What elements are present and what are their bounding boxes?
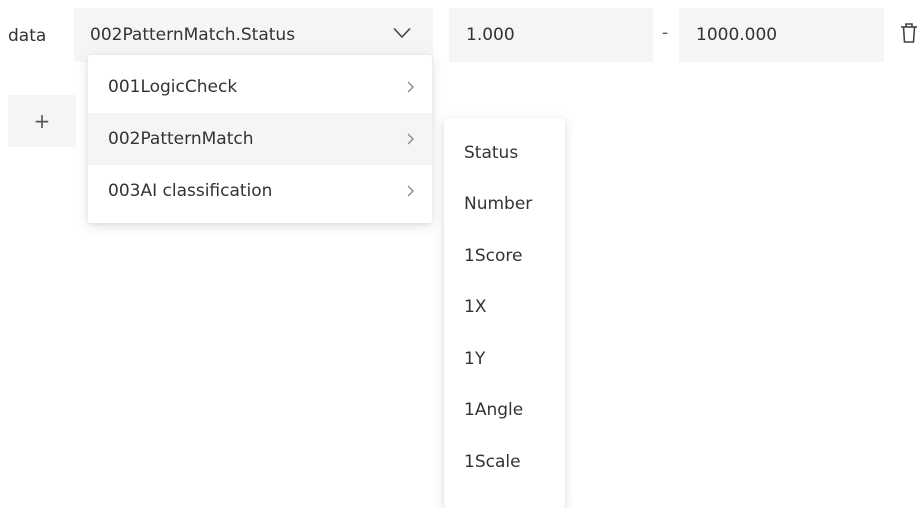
field-select-value: 002PatternMatch.Status xyxy=(90,25,296,45)
menu-item-003ai-classification[interactable]: 003AI classification xyxy=(88,165,432,217)
add-row-button[interactable]: + xyxy=(8,95,76,147)
cascader-menu-level2: Status Number 1Score 1X 1Y 1Angle 1Scale xyxy=(444,118,565,508)
field-select[interactable]: 002PatternMatch.Status xyxy=(74,8,433,62)
submenu-item-1y[interactable]: 1Y xyxy=(444,333,565,385)
submenu-item-1scale[interactable]: 1Scale xyxy=(444,436,565,488)
range-min-input[interactable]: 1.000 xyxy=(449,8,653,62)
chevron-right-icon xyxy=(407,185,414,197)
submenu-item-status[interactable]: Status xyxy=(444,127,565,179)
submenu-item-1x[interactable]: 1X xyxy=(444,282,565,334)
row-label: data xyxy=(8,26,47,46)
submenu-item-1score[interactable]: 1Score xyxy=(444,230,565,282)
chevron-right-icon xyxy=(407,133,414,145)
range-max-input[interactable]: 1000.000 xyxy=(679,8,884,62)
submenu-item-1angle[interactable]: 1Angle xyxy=(444,385,565,437)
menu-item-label: 002PatternMatch xyxy=(108,129,254,149)
menu-item-label: 003AI classification xyxy=(108,181,273,201)
menu-item-label: 001LogicCheck xyxy=(108,77,238,97)
trash-icon[interactable] xyxy=(900,22,918,44)
chevron-down-icon xyxy=(393,27,411,39)
range-separator: - xyxy=(662,23,669,43)
submenu-item-number[interactable]: Number xyxy=(444,179,565,231)
menu-item-002patternmatch[interactable]: 002PatternMatch xyxy=(88,113,432,165)
cascader-menu-level1: 001LogicCheck 002PatternMatch 003AI clas… xyxy=(88,55,432,223)
menu-item-001logiccheck[interactable]: 001LogicCheck xyxy=(88,61,432,113)
chevron-right-icon xyxy=(407,81,414,93)
